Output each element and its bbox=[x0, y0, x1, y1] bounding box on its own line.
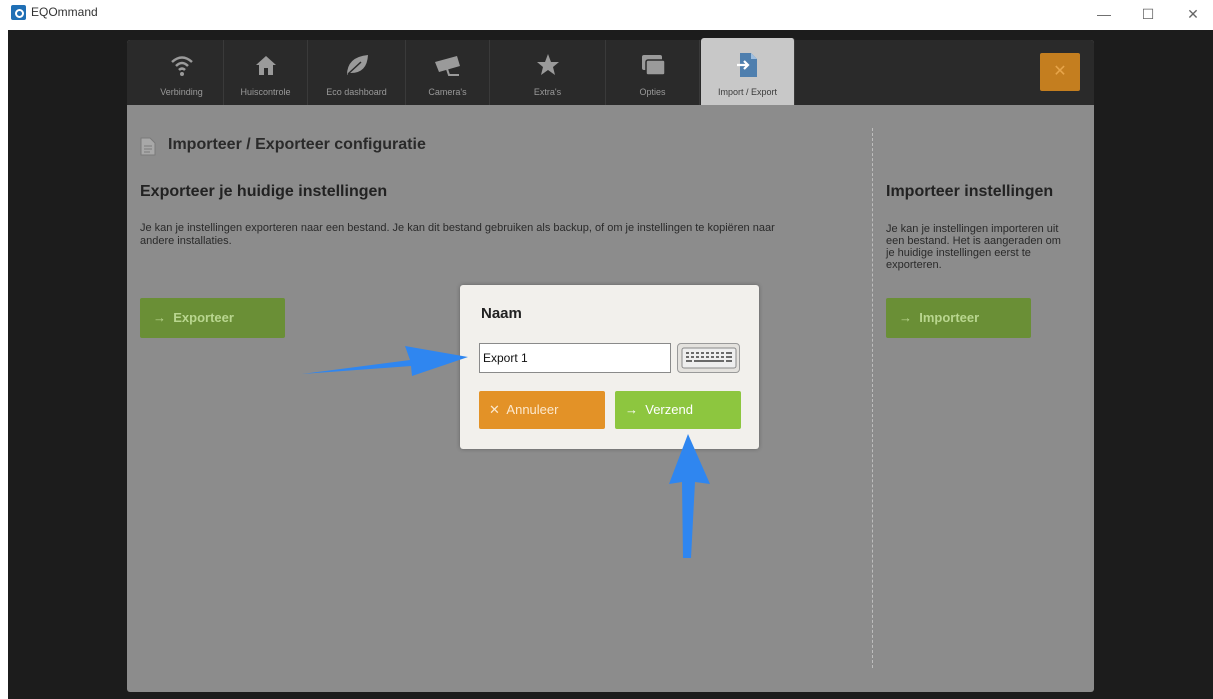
arrow-right-icon: → bbox=[625, 402, 638, 417]
export-button[interactable]: → Exporteer bbox=[140, 298, 285, 338]
export-heading: Exporteer je huidige instellingen bbox=[140, 183, 388, 200]
tab-label: Import / Export bbox=[717, 87, 778, 97]
tab-import-export[interactable]: Import / Export bbox=[701, 38, 795, 105]
name-dialog: Naam ✕ Annuleer → Verzend bbox=[460, 285, 759, 449]
import-description-line1: Je kan je instellingen importeren uit bbox=[886, 223, 1059, 235]
close-icon: ✕ bbox=[489, 402, 500, 417]
import-export-icon bbox=[701, 50, 794, 80]
import-description-line3: je huidige instellingen eerst te bbox=[886, 247, 1031, 259]
import-description-line2: een bestand. Het is aangeraden om bbox=[886, 235, 1061, 247]
import-heading: Importeer instellingen bbox=[886, 183, 1054, 200]
windows-icon bbox=[606, 50, 699, 80]
home-icon bbox=[224, 50, 307, 80]
window-title: EQOmmand bbox=[31, 5, 98, 19]
tab-cameras[interactable]: Camera's bbox=[406, 40, 490, 105]
import-button-label: Importeer bbox=[919, 310, 980, 325]
export-button-label: Exporteer bbox=[173, 310, 234, 325]
tab-label: Camera's bbox=[428, 87, 467, 97]
minimize-button[interactable]: — bbox=[1089, 4, 1119, 24]
maximize-button[interactable]: ☐ bbox=[1133, 4, 1163, 24]
keyboard-button[interactable] bbox=[677, 343, 740, 373]
arrow-right-icon: → bbox=[899, 310, 912, 325]
tab-label: Opties bbox=[639, 87, 666, 97]
tab-extras[interactable]: Extra's bbox=[490, 40, 606, 105]
tab-eco-dashboard[interactable]: Eco dashboard bbox=[308, 40, 406, 105]
export-description-line2: andere installaties. bbox=[140, 235, 232, 247]
section-divider bbox=[872, 128, 873, 668]
annotation-arrow-right bbox=[302, 346, 468, 376]
camera-icon bbox=[406, 50, 489, 80]
tab-label: Huiscontrole bbox=[240, 87, 291, 97]
close-window-button[interactable]: ✕ bbox=[1178, 4, 1208, 24]
cancel-button[interactable]: ✕ Annuleer bbox=[479, 391, 605, 429]
tab-label: Extra's bbox=[533, 87, 562, 97]
tab-label: Eco dashboard bbox=[326, 87, 387, 97]
tab-opties[interactable]: Opties bbox=[606, 40, 700, 105]
export-description-line1: Je kan je instellingen exporteren naar e… bbox=[140, 222, 775, 234]
annotation-arrow-up bbox=[669, 434, 710, 558]
import-button[interactable]: → Importeer bbox=[886, 298, 1031, 338]
keyboard-icon bbox=[681, 347, 736, 369]
tab-huiscontrole[interactable]: Huiscontrole bbox=[224, 40, 308, 105]
document-icon bbox=[140, 137, 156, 156]
name-input[interactable] bbox=[479, 343, 671, 373]
send-button-label: Verzend bbox=[645, 402, 693, 417]
wifi-icon bbox=[140, 50, 223, 80]
star-icon bbox=[490, 50, 605, 80]
page-title: Importeer / Exporteer configuratie bbox=[168, 136, 426, 153]
arrow-right-icon: → bbox=[153, 310, 166, 325]
dialog-title: Naam bbox=[481, 305, 522, 322]
window-titlebar: EQOmmand — ☐ ✕ bbox=[0, 0, 1213, 30]
close-panel-button[interactable]: ✕ bbox=[1040, 53, 1080, 91]
tab-verbinding[interactable]: Verbinding bbox=[140, 40, 224, 105]
tab-label: Verbinding bbox=[160, 87, 203, 97]
cancel-button-label: Annuleer bbox=[506, 402, 559, 417]
leaf-icon bbox=[308, 50, 405, 80]
import-description-line4: exporteren. bbox=[886, 259, 942, 271]
app-logo-icon bbox=[11, 5, 26, 20]
send-button[interactable]: → Verzend bbox=[615, 391, 741, 429]
